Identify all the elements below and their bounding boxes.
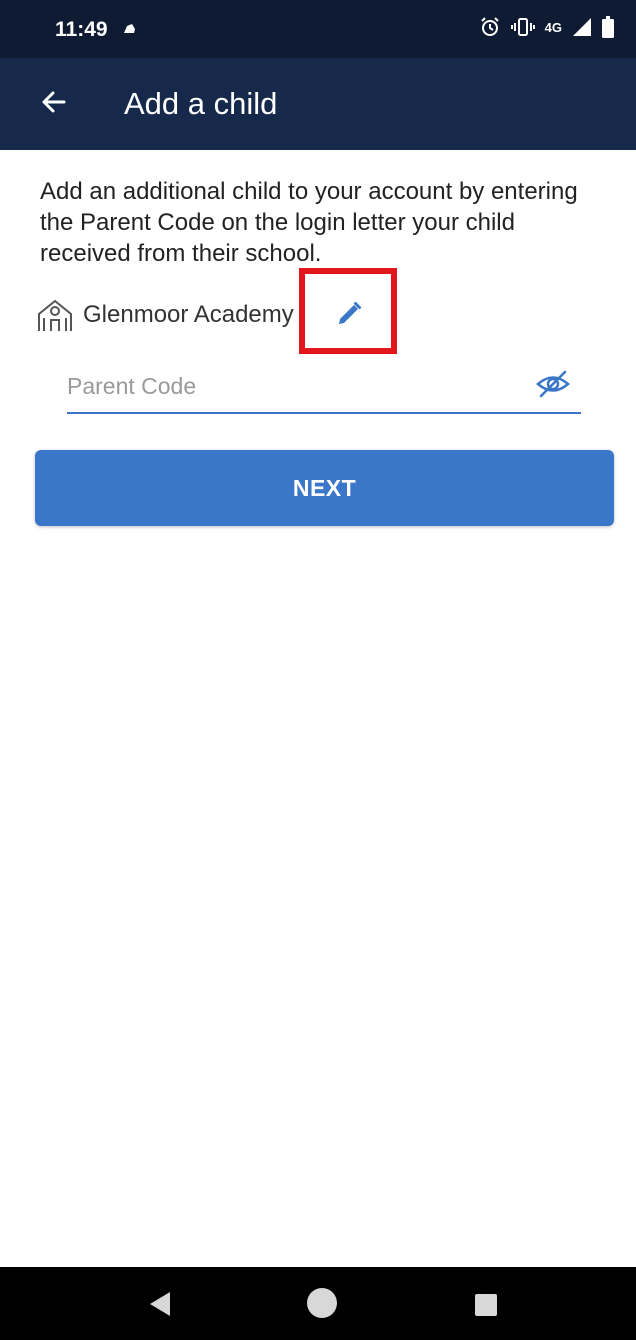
highlight-box [299, 268, 397, 354]
parent-code-input[interactable] [67, 364, 507, 408]
nav-recents-icon[interactable] [475, 1294, 497, 1316]
toggle-visibility-button[interactable] [533, 368, 573, 404]
nav-home-icon[interactable] [307, 1288, 337, 1318]
signal-icon [572, 17, 592, 37]
notification-icon [122, 20, 138, 36]
vibrate-icon [510, 17, 535, 37]
arrow-left-icon [40, 88, 68, 121]
back-button[interactable] [32, 82, 76, 126]
school-row: Glenmoor Academy [37, 298, 294, 332]
status-icons: 4G [479, 16, 614, 38]
school-name: Glenmoor Academy [83, 301, 294, 328]
next-button[interactable]: NEXT [35, 450, 614, 526]
network-label: 4G [544, 19, 562, 35]
nav-back-icon[interactable] [148, 1291, 172, 1322]
alarm-icon [479, 16, 501, 38]
school-building-icon [37, 298, 73, 332]
system-nav-bar [0, 1267, 636, 1340]
status-time: 11:49 [55, 18, 108, 41]
status-bar: 11:49 4G [0, 0, 636, 58]
battery-icon [602, 16, 614, 38]
app-bar: Add a child [0, 58, 636, 150]
parent-code-field [67, 364, 581, 414]
eye-off-icon [535, 370, 571, 403]
instructions-text: Add an additional child to your account … [40, 178, 578, 267]
page-title: Add a child [124, 86, 278, 121]
